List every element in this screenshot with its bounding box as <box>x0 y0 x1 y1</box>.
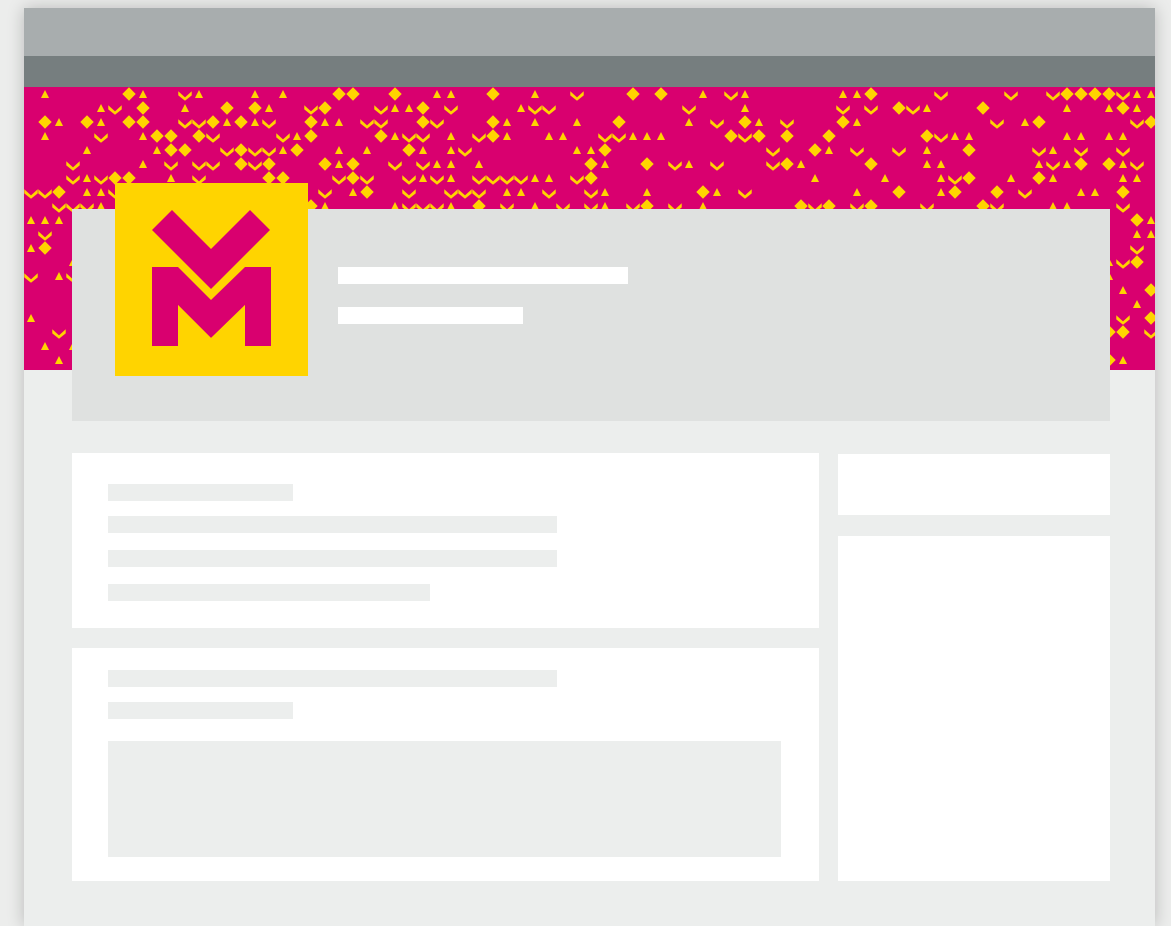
window-toolbar <box>24 56 1155 87</box>
company-logo[interactable] <box>115 183 308 376</box>
about-card <box>72 453 819 628</box>
skeleton-line <box>108 584 430 601</box>
sidebar-card-bottom <box>838 536 1110 881</box>
profile-name-placeholder <box>338 267 628 284</box>
post-card <box>72 648 819 881</box>
browser-window <box>24 8 1155 926</box>
sidebar-card-top <box>838 454 1110 515</box>
skeleton-line <box>108 702 293 719</box>
profile-headline-placeholder <box>338 307 523 324</box>
skeleton-line <box>108 516 557 533</box>
skeleton-line <box>108 484 293 501</box>
window-titlebar <box>24 8 1155 56</box>
skeleton-line <box>108 550 557 567</box>
heart-m-logo-icon <box>152 210 271 346</box>
media-placeholder <box>108 741 781 857</box>
skeleton-line <box>108 670 557 687</box>
